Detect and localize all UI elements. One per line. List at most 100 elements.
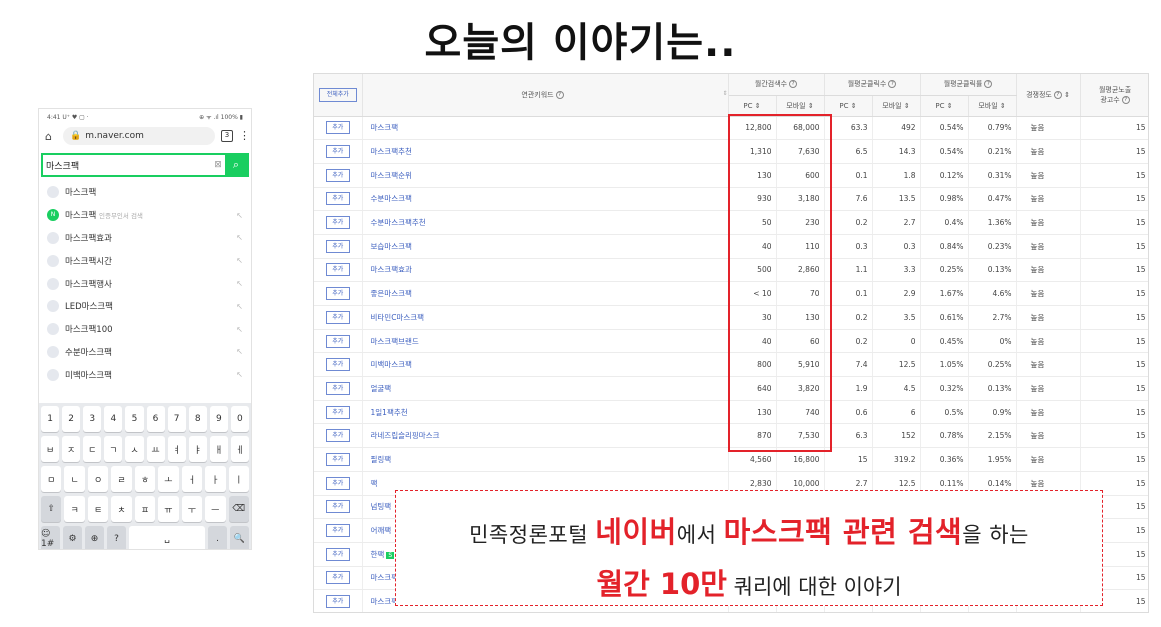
keyboard-key[interactable]: ㅐ [209,436,228,462]
keyboard-key[interactable]: ⌫ [228,496,249,522]
keyboard-key[interactable]: ㅇ [87,466,109,492]
cell-kw[interactable]: 1일1팩추천 [362,400,729,425]
keyboard-key[interactable]: ㄷ [83,436,102,462]
header-mobile[interactable]: 모바일 ⇕ [968,95,1017,117]
add-keyword-button[interactable]: 추가 [325,595,350,609]
cell-kw[interactable]: 비타민C마스크팩 [362,305,729,330]
header-pc[interactable]: PC ⇕ [920,95,969,117]
suggestion-item[interactable]: 마스크팩시간 ↖ [39,249,251,272]
cell-kw[interactable]: 마스크팩추천 [362,139,729,164]
fill-arrow-icon[interactable]: ↖ [236,370,243,379]
keyboard-key[interactable]: 7 [167,406,186,432]
add-keyword-button[interactable]: 추가 [325,524,350,538]
keyboard-key[interactable]: ㅁ [41,466,62,492]
keyboard-key[interactable]: ㅣ [228,466,249,492]
cell-kw[interactable]: 마스크팩브랜드 [362,329,729,354]
sort-icon[interactable]: ⇕ [851,102,857,110]
add-keyword-button[interactable]: 추가 [325,287,350,301]
cell-kw[interactable]: 수분마스크팩추천 [362,210,729,235]
tab-count-icon[interactable]: 3 [221,130,233,142]
cell-kw[interactable]: 얼굴팩 [362,376,729,401]
header-avg-ads[interactable]: 월평균노출 광고수? [1080,74,1148,117]
home-icon[interactable]: ⌂ [45,130,57,143]
suggestion-item[interactable]: 마스크팩행사 ↖ [39,272,251,295]
add-keyword-button[interactable]: 추가 [325,216,350,230]
sort-icon[interactable]: ⇕ [755,102,761,110]
cell-kw[interactable]: 마스크팩순위 [362,163,729,188]
keyboard-key[interactable]: ㅋ [64,496,85,522]
add-all-button[interactable]: 전체추가 [318,87,357,102]
keyboard-key[interactable]: ? [107,526,126,549]
add-keyword-button[interactable]: 추가 [325,168,350,182]
keyboard-key[interactable]: 9 [209,406,228,432]
keyboard-key[interactable]: ㅓ [181,466,203,492]
keyboard-key[interactable]: ⇧ [41,496,62,522]
keyboard-key[interactable]: ㅅ [125,436,144,462]
keyboard-key[interactable]: ㅕ [167,436,186,462]
search-input[interactable] [43,160,211,170]
help-icon[interactable]: ? [888,80,897,89]
help-icon[interactable]: ? [789,80,798,89]
suggestion-item[interactable]: LED마스크팩 ↖ [39,295,251,318]
sort-icon[interactable]: ⇕ [904,102,910,110]
fill-arrow-icon[interactable]: ↖ [236,256,243,265]
clear-icon[interactable]: ⊠ [211,160,225,170]
keyboard-key[interactable]: 5 [125,406,144,432]
help-icon[interactable]: ? [555,90,564,99]
keyboard-key[interactable]: ㅂ [41,436,60,462]
keyboard-key[interactable]: ☺1# [41,526,60,549]
url-field[interactable]: 🔒 m.naver.com [63,127,215,145]
suggestion-item[interactable]: 수분마스크팩 ↖ [39,341,251,364]
add-keyword-button[interactable]: 추가 [325,547,350,561]
fill-arrow-icon[interactable]: ↖ [236,233,243,242]
keyboard-key[interactable]: 🔍 [230,526,249,549]
header-keyword[interactable]: 연관키워드? ⇕ [362,74,729,117]
keyboard-key[interactable]: ㅛ [146,436,165,462]
sort-icon[interactable]: ⇕ [808,102,814,110]
add-keyword-button[interactable]: 추가 [325,429,350,443]
fill-arrow-icon[interactable]: ↖ [236,325,243,334]
add-keyword-button[interactable]: 추가 [325,358,350,372]
keyboard-key[interactable]: 8 [188,406,207,432]
cell-kw[interactable]: 마스크팩 [362,116,729,141]
sort-icon[interactable]: ⇕ [1064,91,1070,99]
help-icon[interactable]: ? [1121,95,1130,104]
keyboard-key[interactable]: 0 [230,406,249,432]
cell-kw[interactable]: 좋은마스크팩 [362,281,729,306]
cell-kw[interactable]: 마스크팩효과 [362,258,729,283]
add-keyword-button[interactable]: 추가 [325,192,350,206]
add-keyword-button[interactable]: 추가 [325,239,350,253]
keyboard-key[interactable]: ㅏ [205,466,226,492]
keyboard-key[interactable]: 2 [62,406,81,432]
keyboard-key[interactable]: ㅎ [134,466,156,492]
keyboard-key[interactable]: ㅍ [134,496,156,522]
keyboard-key[interactable]: ㅠ [158,496,179,522]
sort-icon[interactable]: ⇕ [1000,102,1006,110]
suggestion-item[interactable]: 마스크팩효과 ↖ [39,227,251,250]
keyboard-key[interactable]: ⚙ [63,526,82,549]
keyboard-key[interactable]: ㄱ [104,436,123,462]
cell-kw[interactable]: 보습마스크팩 [362,234,729,259]
add-keyword-button[interactable]: 추가 [325,310,350,324]
fill-arrow-icon[interactable]: ↖ [236,211,243,220]
header-competition[interactable]: 경쟁정도? ⇕ [1016,74,1081,117]
keyboard-key[interactable]: ␣ [129,526,205,549]
cell-kw[interactable]: 라네즈립슬리핑마스크 [362,423,729,449]
fill-arrow-icon[interactable]: ↖ [236,347,243,356]
more-menu-icon[interactable]: ⋮ [239,130,250,142]
add-keyword-button[interactable]: 추가 [325,381,350,395]
keyboard-key[interactable]: ㅊ [111,496,132,522]
suggestion-item[interactable]: N 마스크팩 인증무인서 검색 ↖ [39,204,251,227]
keyboard-key[interactable]: ㄴ [64,466,85,492]
add-keyword-button[interactable]: 추가 [325,405,350,419]
cell-kw[interactable]: 미백마스크팩 [362,352,729,378]
keyboard-key[interactable]: ㅡ [205,496,226,522]
add-keyword-button[interactable]: 추가 [325,263,350,277]
keyboard-key[interactable]: ㅔ [230,436,249,462]
fill-arrow-icon[interactable]: ↖ [236,279,243,288]
keyboard-key[interactable]: ㅈ [62,436,81,462]
fill-arrow-icon[interactable]: ↖ [236,302,243,311]
keyboard-key[interactable]: . [208,526,227,549]
keyboard-key[interactable]: 4 [104,406,123,432]
keyboard-key[interactable]: 6 [146,406,165,432]
